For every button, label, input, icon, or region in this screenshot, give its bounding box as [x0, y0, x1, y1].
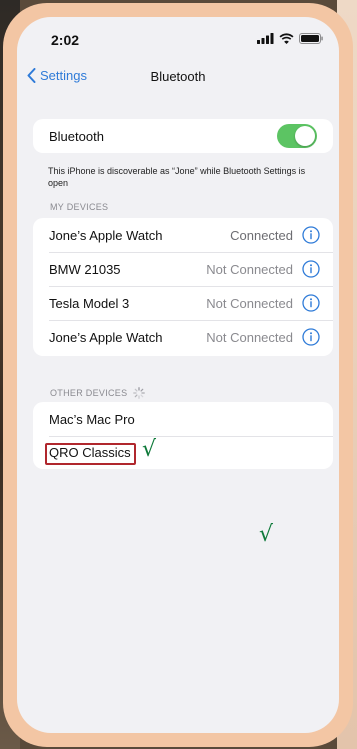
bluetooth-toggle[interactable]	[277, 124, 317, 148]
device-name: Jone’s Apple Watch	[49, 330, 163, 345]
device-name: BMW 21035	[49, 262, 121, 277]
bluetooth-toggle-row: Bluetooth	[33, 119, 333, 153]
toggle-knob	[295, 126, 315, 146]
row-divider	[49, 320, 333, 321]
checkmark-annotation: √	[142, 437, 157, 462]
device-row[interactable]: Mac’s Mac Pro	[33, 402, 333, 436]
device-row[interactable]: QRO Classics	[33, 436, 333, 469]
bluetooth-label: Bluetooth	[49, 129, 104, 144]
battery-icon	[299, 33, 323, 44]
checkmark-annotation: √	[259, 522, 274, 547]
device-name: Mac’s Mac Pro	[49, 412, 135, 427]
device-name: QRO Classics	[49, 445, 131, 460]
wifi-icon	[279, 33, 294, 44]
device-row[interactable]: BMW 21035 Not Connected	[33, 252, 333, 286]
status-icons	[257, 33, 323, 44]
navigation-bar: Settings Bluetooth	[17, 61, 339, 91]
row-divider	[49, 436, 333, 437]
device-status: Not Connected	[206, 330, 293, 345]
my-devices-list: Jone’s Apple Watch Connected BMW 21035 N…	[33, 218, 333, 356]
info-icon[interactable]	[302, 226, 320, 244]
info-icon[interactable]	[302, 260, 320, 278]
discoverable-note: This iPhone is discoverable as “Jone” wh…	[48, 166, 306, 188]
device-name: Jone’s Apple Watch	[49, 228, 163, 243]
device-row[interactable]: Jone’s Apple Watch Connected	[33, 218, 333, 252]
row-divider	[49, 286, 333, 287]
status-time: 2:02	[51, 32, 80, 48]
info-icon[interactable]	[302, 294, 320, 312]
other-devices-header: OTHER DEVICES	[50, 387, 146, 399]
device-status: Not Connected	[206, 262, 293, 277]
other-devices-list: Mac’s Mac Pro QRO Classics	[33, 402, 333, 469]
device-row[interactable]: Jone’s Apple Watch Not Connected	[33, 320, 333, 356]
my-devices-header: MY DEVICES	[50, 202, 109, 212]
device-status: Not Connected	[206, 296, 293, 311]
phone-frame: 2:02 Settings Bluetooth Bluetooth This i…	[3, 3, 353, 747]
signal-icon	[257, 33, 274, 44]
status-bar: 2:02	[17, 17, 339, 57]
screen: 2:02 Settings Bluetooth Bluetooth This i…	[17, 17, 339, 733]
other-devices-label: OTHER DEVICES	[50, 388, 128, 398]
device-status: Connected	[230, 228, 293, 243]
page-title: Bluetooth	[150, 69, 206, 84]
device-row[interactable]: Tesla Model 3 Not Connected	[33, 286, 333, 320]
loading-spinner-icon	[133, 387, 146, 399]
device-name: Tesla Model 3	[49, 296, 130, 311]
info-icon[interactable]	[302, 328, 320, 346]
row-divider	[49, 252, 333, 253]
